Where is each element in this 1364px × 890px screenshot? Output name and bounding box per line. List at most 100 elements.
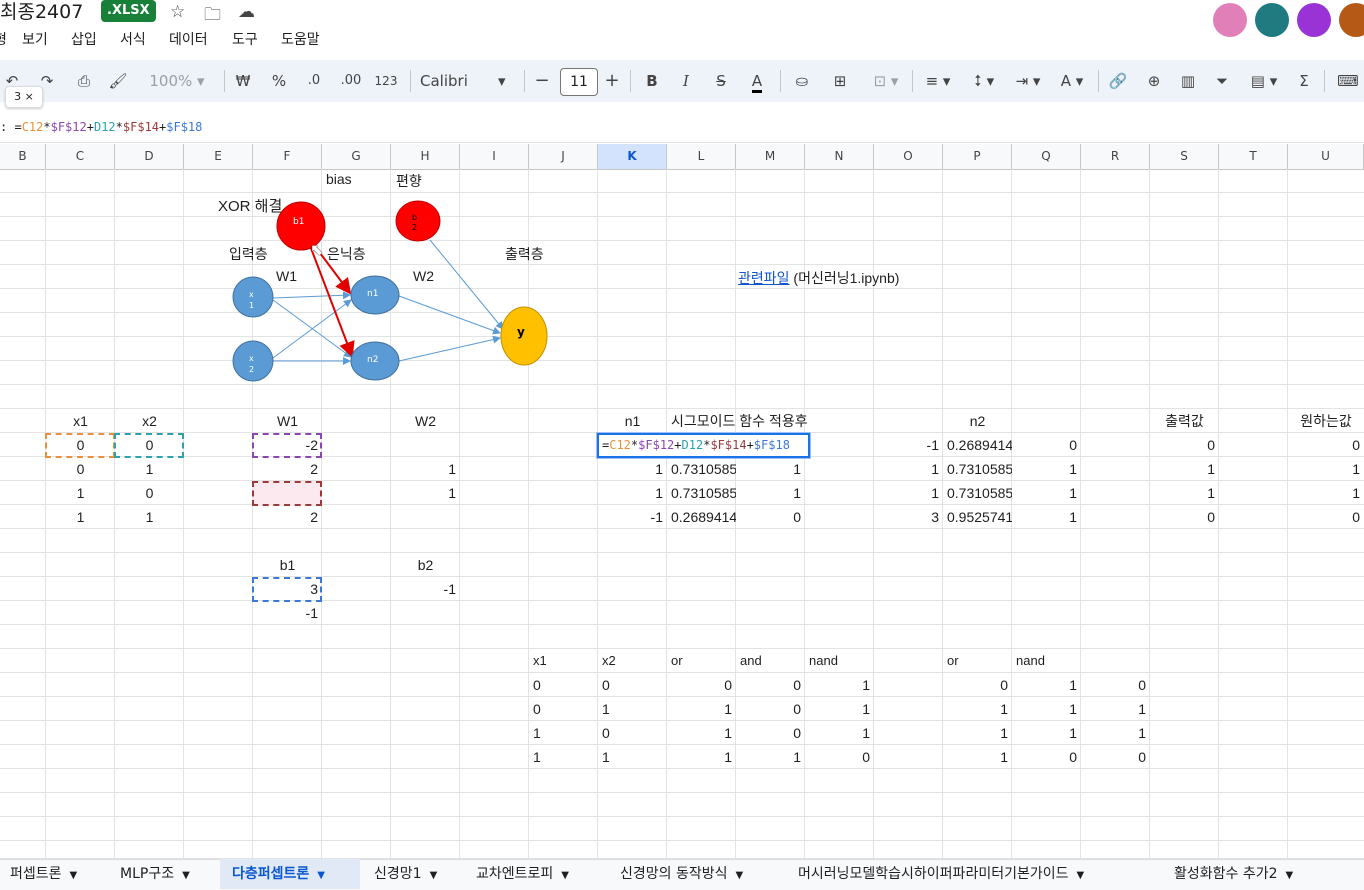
table-cell-n2[interactable]: -1 [874,433,943,457]
truth-table-cell[interactable]: 1 [1012,697,1081,721]
truth-table-cell[interactable]: 1 [667,745,736,769]
truth-table-cell[interactable]: 1 [1012,721,1081,745]
truth-table-cell[interactable]: 0 [736,721,805,745]
truth-table-cell[interactable]: 1 [598,745,667,769]
sheet-tab[interactable]: 활성화함수 추가2 ▼ [1162,859,1356,889]
table-cell-sig1-round[interactable]: 0 [736,505,805,529]
truth-table-cell[interactable]: 1 [1081,721,1150,745]
header-w2[interactable]: W2 [391,409,460,433]
truth-table-cell[interactable]: 0 [1081,673,1150,697]
table-cell-output[interactable]: 0 [1150,433,1219,457]
table-cell-output[interactable]: 0 [1150,505,1219,529]
sheet-tab[interactable]: 활 [1356,859,1364,889]
header-sigmoid[interactable]: 시그모이드 함수 적용후 [667,409,867,433]
sheet-tab[interactable]: 신경망1 ▼ [362,859,462,889]
table-cell-output[interactable]: 1 [1150,481,1219,505]
chevron-down-icon[interactable]: ▼ [182,870,190,881]
truth-table-cell[interactable]: 0 [529,697,598,721]
sheet-tab[interactable]: 신경망의 동작방식 ▼ [608,859,786,889]
chevron-down-icon[interactable]: ▼ [561,870,569,881]
truth-table-cell[interactable]: 1 [667,721,736,745]
truth-table-cell[interactable]: 1 [1012,673,1081,697]
chevron-down-icon[interactable]: ▼ [1076,870,1084,881]
truth-table-cell[interactable]: 1 [736,745,805,769]
active-cell-editor[interactable]: =C12*$F$12+D12*$F$14+$F$18 [597,433,810,458]
table-cell-sig2[interactable]: 0.9525741 [943,505,1012,529]
table-cell-sig1[interactable]: 0.7310585 [667,457,736,481]
truth-table-header[interactable]: x1 [529,649,598,673]
truth-table-cell[interactable]: 0 [598,721,667,745]
header-output[interactable]: 출력값 [1150,409,1219,433]
header-x1[interactable]: x1 [46,409,115,433]
header-x2[interactable]: x2 [115,409,184,433]
truth-table-cell[interactable]: 1 [529,745,598,769]
table-cell-sig2-round[interactable]: 1 [1012,505,1081,529]
header-n2[interactable]: n2 [943,409,1012,433]
table-cell-w2[interactable]: 1 [391,457,460,481]
truth-table-cell[interactable]: 0 [736,697,805,721]
truth-table-cell[interactable]: 0 [598,673,667,697]
table-cell-n1[interactable]: 1 [598,481,667,505]
truth-table-cell[interactable]: 1 [529,721,598,745]
table-cell-x1[interactable]: 0 [46,457,115,481]
related-file-cell[interactable]: 관련파일 (머신러닝1.ipynb) [738,266,998,290]
table-cell-sig1[interactable]: 0.7310585 [667,481,736,505]
table-cell-sig2[interactable]: 0.7310585 [943,481,1012,505]
truth-table-cell[interactable]: 0 [805,745,874,769]
table-cell-sig1[interactable]: 0.2689414 [667,505,736,529]
table-cell-sig1-round[interactable]: 1 [736,481,805,505]
table-cell-desired[interactable]: 0 [1288,433,1364,457]
truth-table-cell[interactable]: 0 [667,673,736,697]
chevron-down-icon[interactable]: ▼ [1286,870,1294,881]
table-cell-sig2[interactable]: 0.2689414 [943,433,1012,457]
b1-label[interactable]: b1 [253,553,322,577]
truth-table-header[interactable]: x2 [598,649,667,673]
truth-table-cell[interactable]: 1 [1081,697,1150,721]
b1-value-2[interactable]: -1 [253,601,322,625]
table-cell-x2[interactable]: 1 [115,457,184,481]
table-cell-w1[interactable]: 2 [253,457,322,481]
related-file-link[interactable]: 관련파일 [738,270,790,286]
table-cell-sig2[interactable]: 0.7310585 [943,457,1012,481]
truth-table-cell[interactable]: 0 [1012,745,1081,769]
header-n1[interactable]: n1 [598,409,667,433]
table-cell-n2[interactable]: 1 [874,457,943,481]
truth-table-cell[interactable]: 1 [598,697,667,721]
chevron-down-icon[interactable]: ▼ [70,870,78,881]
active-cell-formula[interactable]: =C12*$F$12+D12*$F$14+$F$18 [599,435,808,456]
chevron-down-icon[interactable]: ▼ [317,870,325,881]
table-cell-desired[interactable]: 1 [1288,481,1364,505]
truth-table-cell[interactable]: 1 [943,697,1012,721]
truth-table-header[interactable]: or [943,649,1012,673]
truth-table-cell[interactable]: 0 [529,673,598,697]
b2-label[interactable]: b2 [391,553,460,577]
table-cell-w1[interactable]: 2 [253,505,322,529]
table-cell-sig2-round[interactable]: 1 [1012,481,1081,505]
truth-table-cell[interactable]: 0 [1081,745,1150,769]
b2-value[interactable]: -1 [391,577,460,601]
sheet-tab[interactable]: 교차엔트로피 ▼ [464,859,606,889]
truth-table-cell[interactable]: 0 [943,673,1012,697]
header-w1[interactable]: W1 [253,409,322,433]
table-cell-x1[interactable]: 1 [46,481,115,505]
table-cell-sig2-round[interactable]: 0 [1012,433,1081,457]
table-cell-x2[interactable]: 0 [115,481,184,505]
table-cell-desired[interactable]: 1 [1288,457,1364,481]
table-cell-n1[interactable]: -1 [598,505,667,529]
table-cell-w2[interactable] [391,505,460,529]
table-cell-w2[interactable]: 1 [391,481,460,505]
table-cell-sig1-round[interactable]: 1 [736,457,805,481]
chevron-down-icon[interactable]: ▼ [736,870,744,881]
truth-table-header[interactable]: nand [1012,649,1081,673]
table-cell-x2[interactable]: 1 [115,505,184,529]
truth-table-header[interactable]: nand [805,649,874,673]
truth-table-cell[interactable]: 1 [805,673,874,697]
sheet-tab[interactable]: MLP구조 ▼ [108,859,220,889]
truth-table-cell[interactable]: 1 [943,745,1012,769]
table-cell-output[interactable]: 1 [1150,457,1219,481]
table-cell-n1[interactable]: 1 [598,457,667,481]
truth-table-cell[interactable]: 1 [805,721,874,745]
header-desired[interactable]: 원하는값 [1288,409,1364,433]
truth-table-cell[interactable]: 1 [805,697,874,721]
truth-table-cell[interactable]: 1 [667,697,736,721]
